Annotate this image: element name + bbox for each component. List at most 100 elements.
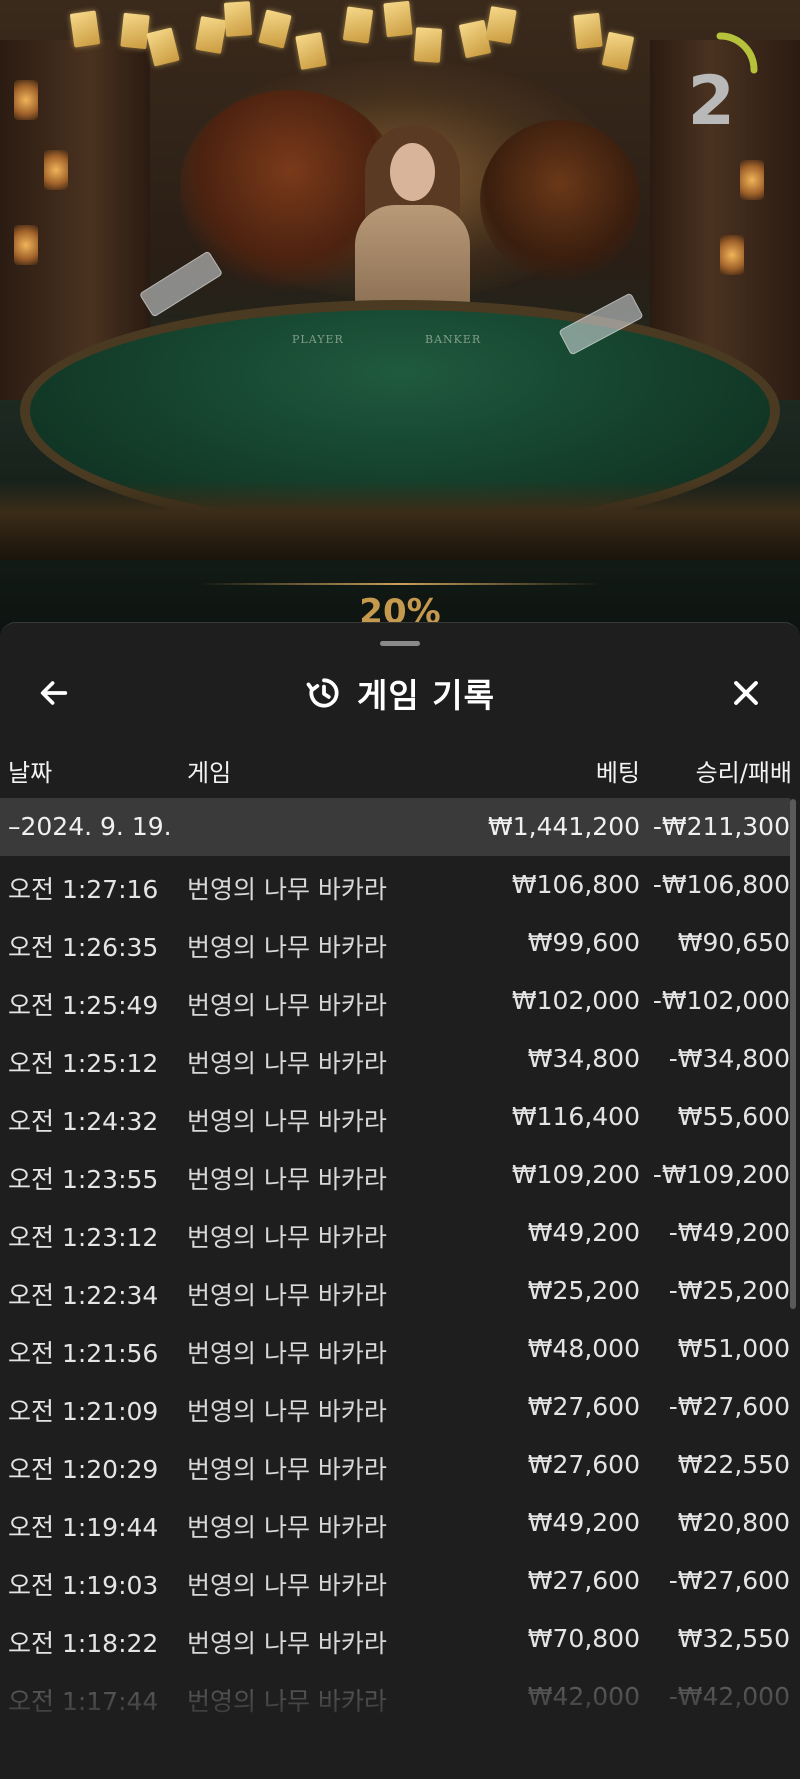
history-row[interactable]: 오전 1:24:32 번영의 나무 바카라 ₩116,400 ₩55,600 (0, 1088, 790, 1146)
gold-leaf-card (69, 10, 101, 48)
lantern (44, 150, 68, 190)
row-game-name: 번영의 나무 바카라 (187, 875, 387, 904)
group-total-result: -₩211,300 (652, 812, 790, 841)
column-bet: 베팅 (595, 759, 640, 787)
history-clock-icon (306, 678, 339, 708)
column-game: 게임 (187, 759, 232, 787)
lantern (740, 160, 764, 200)
row-time: 오전 1:18:22 (8, 1629, 159, 1658)
dealer-figure (355, 125, 470, 315)
dealer-dress (355, 205, 470, 315)
row-bet-amount: ₩27,600 (527, 1566, 640, 1595)
history-row[interactable]: 오전 1:18:22 번영의 나무 바카라 ₩70,800 ₩32,550 (0, 1610, 790, 1668)
countdown-timer: 2 (687, 62, 735, 141)
gold-leaf-card (195, 16, 227, 54)
row-result-amount: ₩32,550 (677, 1624, 790, 1653)
gold-leaf-card (295, 32, 327, 70)
row-result-amount: -₩27,600 (668, 1566, 790, 1595)
row-time: 오전 1:21:09 (8, 1397, 159, 1426)
history-row[interactable]: 오전 1:22:34 번영의 나무 바카라 ₩25,200 -₩25,200 (0, 1262, 790, 1320)
history-row[interactable]: 오전 1:26:35 번영의 나무 바카라 ₩99,600 ₩90,650 (0, 914, 790, 972)
row-bet-amount: ₩27,600 (527, 1392, 640, 1421)
row-time: 오전 1:24:32 (8, 1107, 159, 1136)
title-group: 게임 기록 (0, 663, 800, 723)
row-result-amount: -₩106,800 (652, 870, 790, 899)
scrollbar[interactable] (790, 799, 796, 1309)
row-bet-amount: ₩106,800 (511, 870, 640, 899)
background-tree-right (480, 120, 640, 280)
row-result-amount: -₩109,200 (652, 1160, 790, 1189)
table-rim (0, 480, 800, 560)
history-row[interactable]: 오전 1:21:56 번영의 나무 바카라 ₩48,000 ₩51,000 (0, 1320, 790, 1378)
row-time: 오전 1:17:44 (8, 1687, 159, 1716)
history-row[interactable]: 오전 1:27:16 번영의 나무 바카라 ₩106,800 -₩106,800 (0, 856, 790, 914)
column-date: 날짜 (8, 759, 53, 787)
row-time: 오전 1:25:49 (8, 991, 159, 1020)
row-result-amount: -₩34,800 (668, 1044, 790, 1073)
row-time: 오전 1:23:55 (8, 1165, 159, 1194)
row-bet-amount: ₩49,200 (527, 1508, 640, 1537)
row-result-amount: ₩55,600 (677, 1102, 790, 1131)
row-game-name: 번영의 나무 바카라 (187, 1339, 387, 1368)
column-result: 승리/패배 (695, 759, 792, 787)
history-row[interactable]: 오전 1:23:55 번영의 나무 바카라 ₩109,200 -₩109,200 (0, 1146, 790, 1204)
row-bet-amount: ₩48,000 (527, 1334, 640, 1363)
close-button[interactable] (722, 671, 770, 715)
row-result-amount: ₩22,550 (677, 1450, 790, 1479)
history-row[interactable]: 오전 1:21:09 번영의 나무 바카라 ₩27,600 -₩27,600 (0, 1378, 790, 1436)
history-row[interactable]: 오전 1:17:44 번영의 나무 바카라 ₩42,000 -₩42,000 (0, 1668, 790, 1726)
row-time: 오전 1:20:29 (8, 1455, 159, 1484)
history-list: –2024. 9. 19. ₩1,441,200 -₩211,300 오전 1:… (0, 798, 790, 1726)
row-game-name: 번영의 나무 바카라 (187, 1513, 387, 1542)
player-label: PLAYER (292, 333, 344, 346)
row-result-amount: ₩51,000 (677, 1334, 790, 1363)
lantern (14, 80, 38, 120)
gold-leaf-card (383, 0, 413, 38)
row-result-amount: -₩42,000 (668, 1682, 790, 1711)
history-row[interactable]: 오전 1:19:03 번영의 나무 바카라 ₩27,600 -₩27,600 (0, 1552, 790, 1610)
history-row[interactable]: 오전 1:20:29 번영의 나무 바카라 ₩27,600 ₩22,550 (0, 1436, 790, 1494)
gold-leaf-card (258, 9, 292, 49)
row-time: 오전 1:27:16 (8, 875, 159, 904)
row-game-name: 번영의 나무 바카라 (187, 1049, 387, 1078)
row-result-amount: ₩90,650 (677, 928, 790, 957)
row-bet-amount: ₩25,200 (527, 1276, 640, 1305)
row-result-amount: -₩102,000 (652, 986, 790, 1015)
row-bet-amount: ₩42,000 (527, 1682, 640, 1711)
row-bet-amount: ₩49,200 (527, 1218, 640, 1247)
gold-leaf-card (342, 6, 374, 44)
history-row[interactable]: 오전 1:19:44 번영의 나무 바카라 ₩49,200 ₩20,800 (0, 1494, 790, 1552)
close-icon (734, 681, 758, 705)
row-bet-amount: ₩27,600 (527, 1450, 640, 1479)
row-game-name: 번영의 나무 바카라 (187, 991, 387, 1020)
row-time: 오전 1:19:03 (8, 1571, 159, 1600)
gold-leaf-card (573, 12, 603, 50)
history-row[interactable]: 오전 1:25:49 번영의 나무 바카라 ₩102,000 -₩102,000 (0, 972, 790, 1030)
row-time: 오전 1:25:12 (8, 1049, 159, 1078)
game-history-sheet: 게임 기록 날짜 게임 베팅 승리/패배 –2024. 9. 19. ₩1,44… (0, 622, 800, 1779)
row-game-name: 번영의 나무 바카라 (187, 1107, 387, 1136)
gold-leaf-card (146, 27, 180, 67)
lantern (720, 235, 744, 275)
history-row[interactable]: 오전 1:25:12 번영의 나무 바카라 ₩34,800 -₩34,800 (0, 1030, 790, 1088)
sheet-header: 게임 기록 (0, 663, 800, 723)
row-game-name: 번영의 나무 바카라 (187, 1571, 387, 1600)
row-game-name: 번영의 나무 바카라 (187, 1687, 387, 1716)
row-time: 오전 1:26:35 (8, 933, 159, 962)
row-game-name: 번영의 나무 바카라 (187, 933, 387, 962)
row-time: 오전 1:21:56 (8, 1339, 159, 1368)
sheet-drag-handle[interactable] (380, 641, 420, 646)
gold-leaf-card (120, 12, 150, 50)
group-total-bet: ₩1,441,200 (488, 812, 640, 841)
row-bet-amount: ₩109,200 (511, 1160, 640, 1189)
date-group-row[interactable]: –2024. 9. 19. ₩1,441,200 -₩211,300 (0, 798, 790, 856)
row-game-name: 번영의 나무 바카라 (187, 1455, 387, 1484)
row-bet-amount: ₩70,800 (527, 1624, 640, 1653)
row-time: 오전 1:23:12 (8, 1223, 159, 1252)
row-result-amount: -₩49,200 (668, 1218, 790, 1247)
row-result-amount: -₩27,600 (668, 1392, 790, 1421)
row-game-name: 번영의 나무 바카라 (187, 1281, 387, 1310)
history-row[interactable]: 오전 1:23:12 번영의 나무 바카라 ₩49,200 -₩49,200 (0, 1204, 790, 1262)
back-button[interactable] (30, 671, 78, 715)
dealer-face (390, 143, 435, 201)
